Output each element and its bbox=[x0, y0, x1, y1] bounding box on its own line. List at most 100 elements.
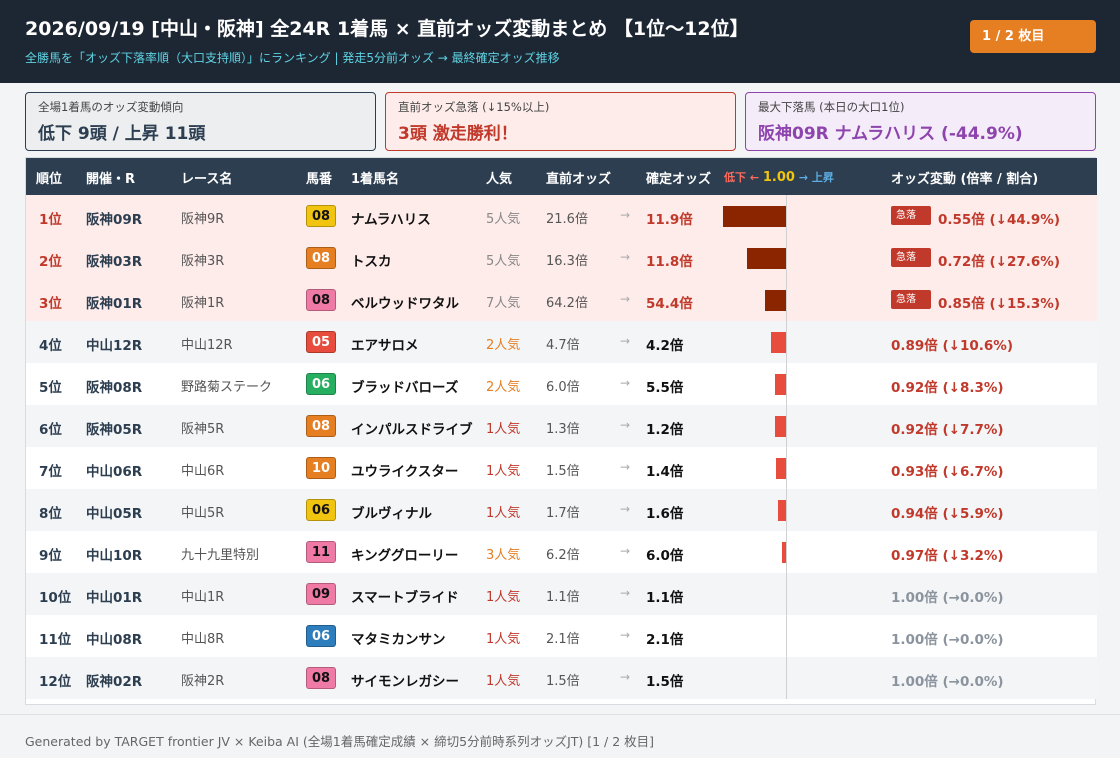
arrow-right-icon: → bbox=[620, 628, 631, 642]
venue-cell: 阪神05R bbox=[86, 422, 143, 438]
horse-number-badge: 11 bbox=[306, 541, 336, 563]
summary-card-value: 阪神09R ナムラハリス (-44.9%) bbox=[758, 124, 1023, 144]
baseline-axis bbox=[786, 321, 787, 363]
final-odds-cell: 11.9倍 bbox=[646, 212, 693, 228]
horse-number-badge: 06 bbox=[306, 625, 336, 647]
table-row[interactable]: 8位 中山05R 中山5R 06 ブルヴィナル 1人気 1.7倍 → 1.6倍 0.94倍 (↓5… bbox=[26, 489, 1097, 531]
final-odds-cell: 11.8倍 bbox=[646, 254, 693, 270]
page-title: 2026/09/19 [中山・阪神] 全24R 1着馬 × 直前オッズ変動まとめ… bbox=[25, 18, 749, 40]
table-row[interactable]: 7位 中山06R 中山6R 10 ユウライクスター 1人気 1.5倍 → 1.4倍 0.93倍 (… bbox=[26, 447, 1097, 489]
horse-name-cell: ベルウッドワタル bbox=[351, 296, 459, 312]
race-name-cell: 阪神5R bbox=[181, 422, 225, 437]
footer-text: Generated by TARGET frontier JV × Keiba … bbox=[25, 734, 655, 749]
horse-name-cell: サイモンレガシー bbox=[351, 674, 459, 690]
venue-cell: 中山10R bbox=[86, 548, 143, 564]
race-name-cell: 中山6R bbox=[181, 464, 225, 479]
table-row[interactable]: 5位 阪神08R 野路菊ステーク 06 ブラッドバローズ 2人気 6.0倍 → 5.5倍 0.92… bbox=[26, 363, 1097, 405]
popularity-cell: 5人気 bbox=[486, 254, 521, 269]
arrow-right-icon: → bbox=[620, 208, 631, 222]
table-row[interactable]: 2位 阪神03R 阪神3R 08 トスカ 5人気 16.3倍 → 11.8倍 急落 0.72倍 (↓… bbox=[26, 237, 1097, 279]
summary-card-surge: 直前オッズ急落 (↓15%以上) 3頭 激走勝利！ bbox=[385, 92, 736, 151]
horse-name-cell: インパルスドライブ bbox=[351, 422, 473, 438]
race-name-cell: 野路菊ステーク bbox=[181, 380, 273, 395]
table-row[interactable]: 6位 阪神05R 阪神5R 08 インパルスドライブ 1人気 1.3倍 → 1.2倍 0.92倍 … bbox=[26, 405, 1097, 447]
summary-card-value: 低下 9頭 / 上昇 11頭 bbox=[38, 124, 206, 144]
odds-change-cell: 0.93倍 (↓6.7%) bbox=[891, 464, 1004, 480]
popularity-cell: 1人気 bbox=[486, 422, 521, 437]
popularity-cell: 5人気 bbox=[486, 212, 521, 227]
arrow-right-icon: → bbox=[620, 292, 631, 306]
odds-change-cell: 0.97倍 (↓3.2%) bbox=[891, 548, 1004, 564]
race-name-cell: 中山8R bbox=[181, 632, 225, 647]
page-subtitle: 全勝馬を「オッズ下落率順（大口支持順）」にランキング | 発走5分前オッズ → … bbox=[25, 51, 560, 65]
race-name-cell: 阪神9R bbox=[181, 212, 225, 227]
baseline-axis bbox=[786, 447, 787, 489]
table-row[interactable]: 9位 中山10R 九十九里特別 11 キンググローリー 3人気 6.2倍 → 6.0倍 0.97倍… bbox=[26, 531, 1097, 573]
pre-odds-cell: 4.7倍 bbox=[546, 338, 580, 353]
venue-cell: 中山08R bbox=[86, 632, 143, 648]
header-horse: 1着馬名 bbox=[351, 172, 400, 187]
odds-change-cell: 1.00倍 (→0.0%) bbox=[891, 590, 1004, 606]
odds-change-cell: 1.00倍 (→0.0%) bbox=[891, 632, 1004, 648]
odds-change-cell: 0.94倍 (↓5.9%) bbox=[891, 506, 1004, 522]
pre-odds-cell: 64.2倍 bbox=[546, 296, 588, 311]
rank-cell: 5位 bbox=[39, 380, 62, 396]
table-row[interactable]: 1位 阪神09R 阪神9R 08 ナムラハリス 5人気 21.6倍 → 11.9倍 急落 0.55倍… bbox=[26, 195, 1097, 237]
horse-name-cell: ブルヴィナル bbox=[351, 506, 432, 522]
venue-cell: 阪神01R bbox=[86, 296, 143, 312]
rank-cell: 9位 bbox=[39, 548, 62, 564]
baseline-axis bbox=[786, 279, 787, 321]
page-indicator-badge[interactable]: 1 / 2 枚目 bbox=[970, 20, 1096, 53]
table-row[interactable]: 12位 阪神02R 阪神2R 08 サイモンレガシー 1人気 1.5倍 → 1.5倍 1.00倍 … bbox=[26, 657, 1097, 699]
horse-number-badge: 06 bbox=[306, 499, 336, 521]
table-row[interactable]: 4位 中山12R 中山12R 05 エアサロメ 2人気 4.7倍 → 4.2倍 0.89倍 (↓1… bbox=[26, 321, 1097, 363]
odds-change-bar bbox=[776, 458, 786, 479]
baseline-axis bbox=[786, 657, 787, 699]
legend-up: → 上昇 bbox=[798, 171, 834, 184]
final-odds-cell: 1.4倍 bbox=[646, 464, 684, 480]
table-row[interactable]: 10位 中山01R 中山1R 09 スマートブライド 1人気 1.1倍 → 1.1倍 1.00倍 … bbox=[26, 573, 1097, 615]
pre-odds-cell: 6.0倍 bbox=[546, 380, 580, 395]
popularity-cell: 2人気 bbox=[486, 380, 521, 395]
horse-name-cell: ユウライクスター bbox=[351, 464, 459, 480]
race-name-cell: 阪神2R bbox=[181, 674, 225, 689]
arrow-right-icon: → bbox=[620, 670, 631, 684]
table-row[interactable]: 11位 中山08R 中山8R 06 マタミカンサン 1人気 2.1倍 → 2.1倍 1.00倍 (… bbox=[26, 615, 1097, 657]
rank-cell: 11位 bbox=[39, 632, 72, 648]
horse-number-badge: 08 bbox=[306, 289, 336, 311]
popularity-cell: 1人気 bbox=[486, 632, 521, 647]
final-odds-cell: 1.1倍 bbox=[646, 590, 684, 606]
popularity-cell: 1人気 bbox=[486, 590, 521, 605]
venue-cell: 阪神03R bbox=[86, 254, 143, 270]
summary-card-value: 3頭 激走勝利！ bbox=[398, 124, 518, 144]
venue-cell: 阪神08R bbox=[86, 380, 143, 396]
baseline-axis bbox=[786, 615, 787, 657]
rank-cell: 8位 bbox=[39, 506, 62, 522]
odds-change-bar bbox=[723, 206, 786, 227]
baseline-axis bbox=[786, 489, 787, 531]
rank-cell: 10位 bbox=[39, 590, 72, 606]
horse-name-cell: スマートブライド bbox=[351, 590, 459, 606]
popularity-cell: 7人気 bbox=[486, 296, 521, 311]
summary-card-label: 最大下落馬 (本日の大口1位) bbox=[758, 100, 905, 114]
race-name-cell: 阪神3R bbox=[181, 254, 225, 269]
odds-change-cell: 0.92倍 (↓7.7%) bbox=[891, 422, 1004, 438]
surge-tag: 急落 bbox=[891, 206, 931, 225]
rank-cell: 6位 bbox=[39, 422, 62, 438]
pre-odds-cell: 2.1倍 bbox=[546, 632, 580, 647]
popularity-cell: 2人気 bbox=[486, 338, 521, 353]
horse-number-badge: 08 bbox=[306, 205, 336, 227]
summary-card-label: 直前オッズ急落 (↓15%以上) bbox=[398, 100, 550, 114]
rank-cell: 2位 bbox=[39, 254, 62, 270]
final-odds-cell: 4.2倍 bbox=[646, 338, 684, 354]
horse-number-badge: 09 bbox=[306, 583, 336, 605]
baseline-axis bbox=[786, 405, 787, 447]
arrow-right-icon: → bbox=[620, 376, 631, 390]
table-row[interactable]: 3位 阪神01R 阪神1R 08 ベルウッドワタル 7人気 64.2倍 → 54.4倍 急落 0.8… bbox=[26, 279, 1097, 321]
arrow-right-icon: → bbox=[620, 250, 631, 264]
final-odds-cell: 54.4倍 bbox=[646, 296, 693, 312]
popularity-cell: 3人気 bbox=[486, 548, 521, 563]
odds-change-bar bbox=[765, 290, 786, 311]
header-venue: 開催・R bbox=[86, 172, 136, 187]
rank-cell: 4位 bbox=[39, 338, 62, 354]
